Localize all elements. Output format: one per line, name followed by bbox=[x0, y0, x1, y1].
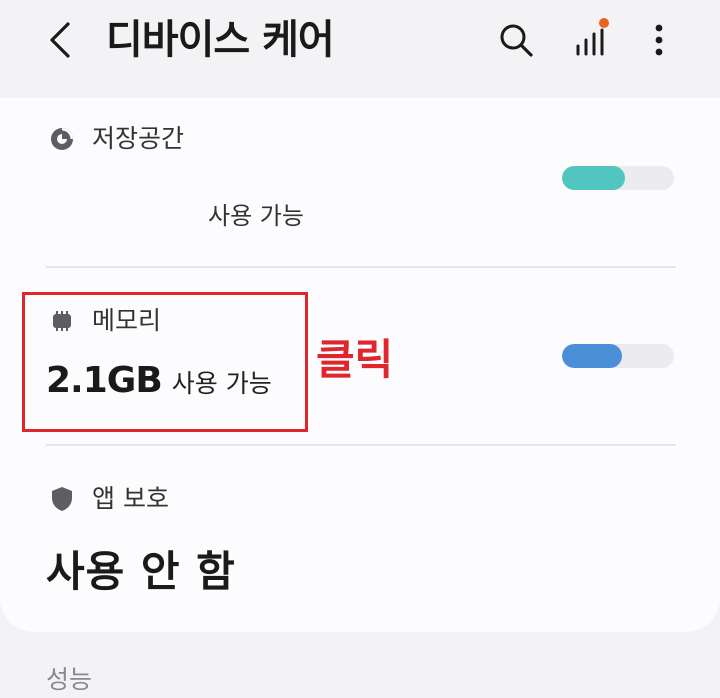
storage-header: 저장공간 bbox=[48, 124, 184, 154]
shield-icon bbox=[48, 485, 76, 513]
app-protection-label: 앱 보호 bbox=[92, 484, 169, 513]
search-button[interactable] bbox=[496, 18, 536, 62]
app-protection-status[interactable]: 사용 안 함 bbox=[46, 538, 236, 599]
storage-section[interactable]: 저장공간 사용 가능 bbox=[0, 98, 720, 266]
storage-usage-bar bbox=[562, 166, 674, 190]
diagnostics-button[interactable] bbox=[570, 16, 614, 62]
annotation-label: 클릭 bbox=[316, 335, 394, 384]
memory-usage-bar bbox=[562, 344, 674, 368]
signal-bars-icon bbox=[576, 18, 609, 56]
memory-usage-fill bbox=[562, 344, 623, 368]
search-icon bbox=[500, 24, 533, 57]
app-protection-header[interactable]: 앱 보호 bbox=[48, 484, 169, 514]
storage-available-text: 사용 가능 bbox=[208, 202, 304, 230]
performance-section-label: 성능 bbox=[46, 665, 93, 694]
divider bbox=[46, 266, 676, 268]
highlight-box bbox=[22, 292, 308, 432]
more-vertical-icon bbox=[655, 24, 663, 56]
storage-usage-fill bbox=[562, 166, 625, 190]
more-options-button[interactable] bbox=[644, 18, 674, 62]
notification-dot bbox=[599, 18, 609, 28]
pie-chart-icon bbox=[48, 125, 76, 153]
page-title: 디바이스 케어 bbox=[106, 17, 335, 63]
back-button[interactable] bbox=[40, 18, 80, 62]
chevron-left-icon bbox=[50, 22, 70, 58]
device-care-screen: 디바이스 케어 저장공간 사용 가능 메모리 2.1GB 사용 가능 앱 보호 … bbox=[0, 0, 720, 698]
storage-label: 저장공간 bbox=[92, 124, 185, 153]
divider bbox=[46, 444, 676, 446]
app-bar: 디바이스 케어 bbox=[0, 0, 720, 90]
